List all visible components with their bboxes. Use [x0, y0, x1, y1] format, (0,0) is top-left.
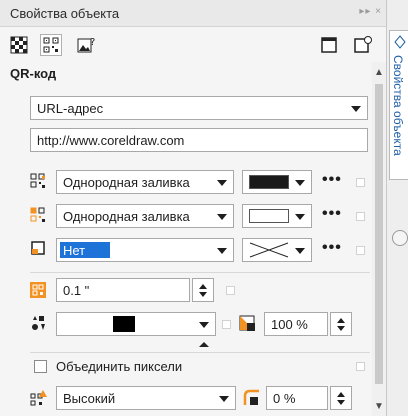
- qr-code-tab-button[interactable]: [40, 34, 62, 56]
- roundness-spinner[interactable]: [330, 386, 352, 410]
- background-fill-type-value: Однородная заливка: [63, 209, 190, 224]
- foreground-color-picker[interactable]: [242, 170, 312, 194]
- qr-section-title: QR-код: [10, 66, 57, 81]
- spin-down-icon[interactable]: [337, 326, 345, 331]
- docker-title-bar: Свойства объекта ▸▸ ×: [0, 0, 386, 27]
- outline-icon: [31, 241, 45, 255]
- pixel-color-swatch: [113, 316, 135, 332]
- lock-checkbox[interactable]: [226, 286, 235, 295]
- docker-tab-strip: Свойства объекта: [386, 0, 408, 416]
- background-fill-type-select[interactable]: Однородная заливка: [56, 204, 234, 228]
- qr-size-icon: [30, 282, 46, 298]
- chevron-down-icon: [199, 322, 209, 328]
- lock-checkbox[interactable]: [356, 178, 365, 187]
- frame-icon: [321, 37, 337, 53]
- opacity-input[interactable]: 100 %: [264, 312, 328, 336]
- scroll-down-icon[interactable]: ▼: [372, 400, 386, 414]
- pixel-color-picker[interactable]: [56, 312, 216, 336]
- background-color-picker[interactable]: [242, 204, 312, 228]
- frame-settings-icon: [354, 36, 372, 53]
- docker-toolbar: ?: [0, 28, 386, 62]
- image-help-button[interactable]: ?: [76, 34, 98, 56]
- docker-title: Свойства объекта: [10, 6, 120, 21]
- scroll-up-icon[interactable]: ▲: [372, 66, 386, 80]
- qr-code-icon: [43, 37, 59, 53]
- transparency-icon: [239, 315, 255, 331]
- chevron-down-icon: [217, 214, 227, 220]
- svg-text:?: ?: [90, 37, 95, 48]
- foreground-fill-type-select[interactable]: Однородная заливка: [56, 170, 234, 194]
- more-options-icon[interactable]: •••: [322, 172, 341, 188]
- outline-type-value: Нет: [63, 243, 86, 258]
- spin-down-icon[interactable]: [337, 400, 345, 405]
- qr-type-select[interactable]: URL-адрес: [30, 96, 368, 120]
- roundness-value: 0 %: [273, 391, 296, 406]
- chevron-down-icon: [351, 106, 361, 112]
- tab-strip-handle-icon[interactable]: [392, 230, 408, 246]
- merge-pixels-checkbox[interactable]: [34, 360, 47, 373]
- qr-foreground-fill-icon: [30, 173, 45, 188]
- frame-settings-button[interactable]: [352, 34, 374, 56]
- opacity-value: 100 %: [271, 317, 308, 332]
- divider: [30, 272, 370, 273]
- opacity-spinner[interactable]: [330, 312, 352, 336]
- qr-size-input[interactable]: 0.1 ": [56, 278, 190, 302]
- merge-pixels-label: Объединить пиксели: [56, 359, 183, 374]
- fill-pattern-button[interactable]: [8, 34, 30, 56]
- corner-roundness-icon: [243, 389, 259, 405]
- chevron-down-icon: [295, 180, 305, 186]
- outline-width-picker[interactable]: [242, 238, 312, 262]
- image-help-icon: ?: [77, 37, 95, 53]
- qr-size-spinner[interactable]: [192, 278, 214, 302]
- foreground-fill-type-value: Однородная заливка: [63, 175, 190, 190]
- fill-pattern-icon: [10, 36, 28, 54]
- error-correction-value: Высокий: [63, 391, 116, 406]
- spin-up-icon[interactable]: [199, 284, 207, 289]
- outline-type-select[interactable]: Нет: [56, 238, 234, 262]
- url-input[interactable]: http://www.coreldraw.com: [30, 128, 368, 152]
- url-value: http://www.coreldraw.com: [37, 133, 185, 148]
- scroll-thumb[interactable]: [375, 84, 383, 384]
- object-properties-docker: Свойства объекта ▸▸ × ? QR-код URL-адрес…: [0, 0, 408, 416]
- spin-up-icon[interactable]: [337, 318, 345, 323]
- qr-background-fill-icon: [30, 207, 45, 222]
- collapse-section-icon[interactable]: [199, 342, 209, 347]
- spin-up-icon[interactable]: [337, 392, 345, 397]
- error-correction-select[interactable]: Высокий: [56, 386, 236, 410]
- pixel-shape-icon: [32, 316, 45, 330]
- lock-checkbox[interactable]: [356, 246, 365, 255]
- qr-type-value: URL-адрес: [37, 101, 104, 116]
- chevron-down-icon: [219, 396, 229, 402]
- divider: [30, 352, 370, 353]
- roundness-input[interactable]: 0 %: [266, 386, 328, 410]
- vertical-scrollbar[interactable]: ▲ ▼: [372, 62, 386, 416]
- spin-down-icon[interactable]: [199, 292, 207, 297]
- background-color-swatch: [249, 209, 289, 223]
- lock-checkbox[interactable]: [356, 362, 365, 371]
- chevron-down-icon: [217, 248, 227, 254]
- error-correction-icon: [30, 390, 47, 406]
- tab-object-properties-label: Свойства объекта: [391, 55, 405, 156]
- chevron-down-icon: [295, 248, 305, 254]
- lock-checkbox[interactable]: [356, 212, 365, 221]
- chevron-down-icon: [295, 214, 305, 220]
- more-options-icon[interactable]: •••: [322, 206, 341, 222]
- tab-object-properties[interactable]: Свойства объекта: [389, 30, 408, 180]
- more-options-icon[interactable]: •••: [322, 240, 341, 256]
- no-outline-icon: [249, 242, 289, 258]
- docker-title-controls[interactable]: ▸▸ ×: [359, 6, 382, 17]
- foreground-color-swatch: [249, 175, 289, 189]
- properties-tab-icon: [394, 35, 406, 49]
- chevron-down-icon: [217, 180, 227, 186]
- qr-size-value: 0.1 ": [63, 283, 90, 298]
- frame-button[interactable]: [318, 34, 340, 56]
- lock-checkbox[interactable]: [222, 320, 231, 329]
